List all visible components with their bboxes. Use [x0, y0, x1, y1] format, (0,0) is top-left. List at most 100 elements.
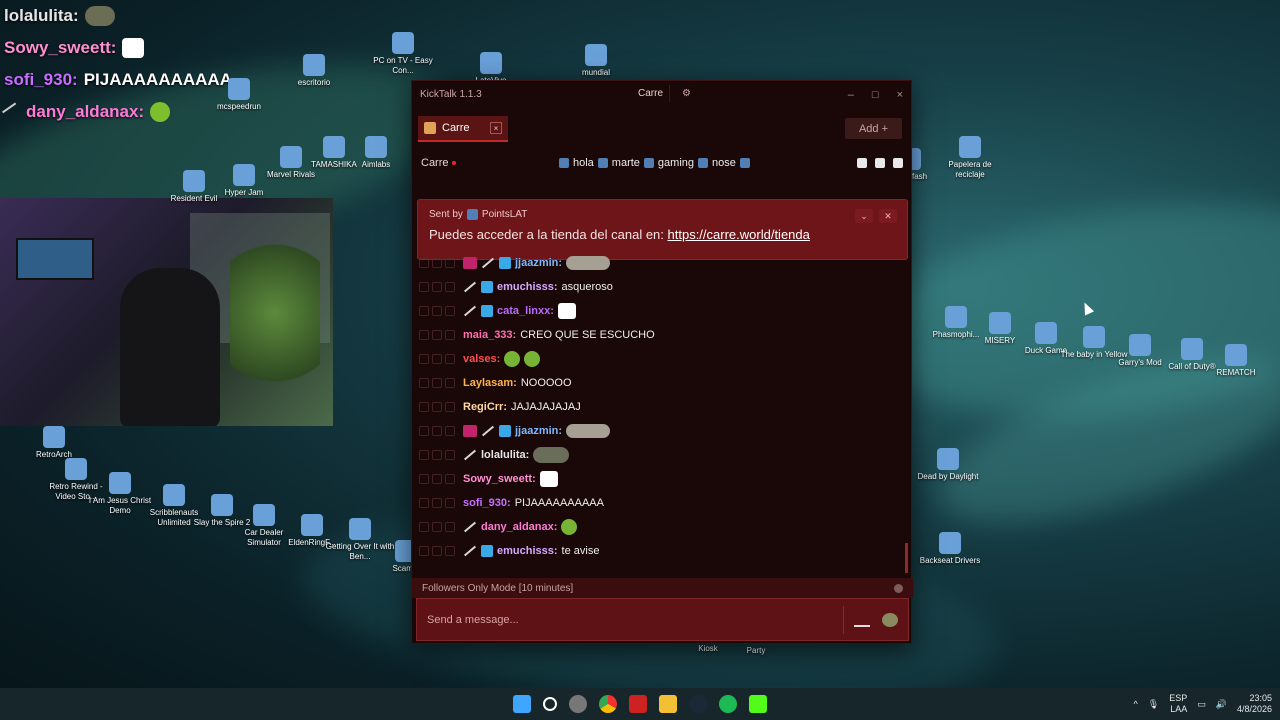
mod-action-icon[interactable] — [419, 402, 429, 412]
chat-username[interactable]: emuchisss: — [497, 545, 558, 557]
timeout-icon[interactable] — [432, 378, 442, 388]
desktop-shortcut[interactable]: Resident Evil — [158, 170, 230, 204]
rocket-icon[interactable] — [857, 158, 867, 168]
mod-action-icon[interactable] — [419, 450, 429, 460]
ban-icon[interactable] — [445, 354, 455, 364]
timeout-icon[interactable] — [432, 450, 442, 460]
user-icon[interactable] — [875, 158, 885, 168]
emote-picker-icon[interactable] — [882, 612, 898, 627]
title-bar[interactable]: KickTalk 1.1.3 Carre ⚙ – □ × — [412, 81, 911, 108]
pinned-link[interactable]: https://carre.world/tienda — [668, 227, 810, 242]
chat-message[interactable]: valses: — [419, 347, 905, 371]
settings-icon[interactable]: ⚙ — [682, 88, 691, 99]
mod-action-icon[interactable] — [419, 306, 429, 316]
mod-action-icon[interactable] — [419, 282, 429, 292]
mod-action-icon[interactable] — [419, 378, 429, 388]
info-icon[interactable] — [894, 583, 903, 593]
mod-action-icon[interactable] — [419, 546, 429, 556]
tab-carre[interactable]: Carre × — [418, 116, 508, 142]
windows-start-icon[interactable] — [513, 695, 531, 713]
volume-icon[interactable]: 🔊 — [1216, 699, 1227, 710]
desktop-shortcut[interactable]: mcspeedrun — [203, 78, 275, 112]
chat-message[interactable]: emuchisss: te avise — [419, 539, 905, 563]
timeout-icon[interactable] — [432, 426, 442, 436]
chat-username[interactable]: jjaazmin: — [515, 257, 562, 269]
chat-message[interactable]: jjaazmin: — [419, 251, 905, 275]
ban-icon[interactable] — [445, 546, 455, 556]
chat-message[interactable]: dany_aldanax: — [419, 515, 905, 539]
timeout-icon[interactable] — [432, 306, 442, 316]
chat-messages[interactable]: jjaazmin: emuchisss: asqueroso cata_linxx:m… — [419, 251, 905, 569]
ban-icon[interactable] — [445, 474, 455, 484]
kick-icon[interactable] — [749, 695, 767, 713]
ban-icon[interactable] — [445, 498, 455, 508]
file-explorer-icon[interactable] — [659, 695, 677, 713]
timeout-icon[interactable] — [432, 474, 442, 484]
chat-message[interactable]: Laylasam: NOOOOO — [419, 371, 905, 395]
media-app-icon[interactable] — [629, 695, 647, 713]
chat-username[interactable]: cata_linxx: — [497, 305, 554, 317]
chat-username[interactable]: lolalulita: — [481, 449, 529, 461]
chat-message[interactable]: lolalulita: — [419, 443, 905, 467]
timeout-icon[interactable] — [432, 522, 442, 532]
tab-close-button[interactable]: × — [490, 122, 502, 134]
chat-username[interactable]: Laylasam: — [463, 377, 517, 389]
ban-icon[interactable] — [445, 378, 455, 388]
microphone-icon[interactable]: 🎙 — [1148, 699, 1159, 710]
pin-icon[interactable] — [893, 158, 903, 168]
seven-tv-emote-icon[interactable] — [854, 613, 870, 627]
chat-message[interactable]: sofi_930: PIJAAAAAAAAAA — [419, 491, 905, 515]
chat-username[interactable]: emuchisss: — [497, 281, 558, 293]
maximize-button[interactable]: □ — [872, 89, 879, 101]
chat-username[interactable]: dany_aldanax: — [481, 521, 557, 533]
desktop-shortcut[interactable]: mundial — [560, 44, 632, 78]
timeout-icon[interactable] — [432, 354, 442, 364]
spotify-icon[interactable] — [719, 695, 737, 713]
chat-message[interactable]: Sowy_sweett: — [419, 467, 905, 491]
steam-icon[interactable] — [689, 695, 707, 713]
mod-action-icon[interactable] — [419, 354, 429, 364]
chat-username[interactable]: maia_333: — [463, 329, 516, 341]
desktop-shortcut[interactable]: Papelera de reciclaje — [934, 136, 1006, 179]
timeout-icon[interactable] — [432, 402, 442, 412]
network-icon[interactable]: ▭ — [1197, 699, 1206, 710]
collapse-pin-button[interactable]: ⌄ — [855, 209, 873, 223]
language-indicator[interactable]: ESP LAA — [1169, 693, 1187, 716]
ban-icon[interactable] — [445, 450, 455, 460]
timeout-icon[interactable] — [432, 330, 442, 340]
ban-icon[interactable] — [445, 306, 455, 316]
desktop-shortcut[interactable]: REMATCH — [1200, 344, 1272, 378]
chat-message[interactable]: RegiCrr: JAJAJAJAJAJ — [419, 395, 905, 419]
desktop-shortcut[interactable]: Backseat Drivers — [914, 532, 986, 566]
mod-action-icon[interactable] — [419, 426, 429, 436]
close-button[interactable]: × — [897, 89, 903, 101]
chat-message[interactable]: maia_333: CREO QUE SE ESCUCHO — [419, 323, 905, 347]
mod-action-icon[interactable] — [419, 498, 429, 508]
chat-message[interactable]: jjaazmin: — [419, 419, 905, 443]
chevron-up-icon[interactable]: ^ — [1134, 699, 1138, 709]
timeout-icon[interactable] — [432, 258, 442, 268]
mod-action-icon[interactable] — [419, 522, 429, 532]
timeout-icon[interactable] — [432, 546, 442, 556]
settings-gear-icon[interactable] — [569, 695, 587, 713]
chat-scrollbar[interactable] — [905, 543, 908, 573]
chat-username[interactable]: sofi_930: — [463, 497, 511, 509]
chat-username[interactable]: valses: — [463, 353, 500, 365]
mod-action-icon[interactable] — [419, 330, 429, 340]
unpin-button[interactable]: ✕ — [879, 209, 897, 223]
timeout-icon[interactable] — [432, 282, 442, 292]
message-input[interactable] — [427, 613, 843, 626]
chat-message[interactable]: cata_linxx: — [419, 299, 905, 323]
chrome-icon[interactable] — [599, 695, 617, 713]
minimize-button[interactable]: – — [848, 89, 854, 101]
mod-action-icon[interactable] — [419, 258, 429, 268]
ban-icon[interactable] — [445, 522, 455, 532]
add-channel-button[interactable]: Add + — [845, 118, 902, 139]
desktop-shortcut[interactable]: RetroArch — [18, 426, 90, 460]
desktop-shortcut[interactable]: Dead by Daylight — [912, 448, 984, 482]
chat-username[interactable]: RegiCrr: — [463, 401, 507, 413]
ban-icon[interactable] — [445, 402, 455, 412]
ban-icon[interactable] — [445, 282, 455, 292]
mod-action-icon[interactable] — [419, 474, 429, 484]
chat-message[interactable]: emuchisss: asqueroso — [419, 275, 905, 299]
